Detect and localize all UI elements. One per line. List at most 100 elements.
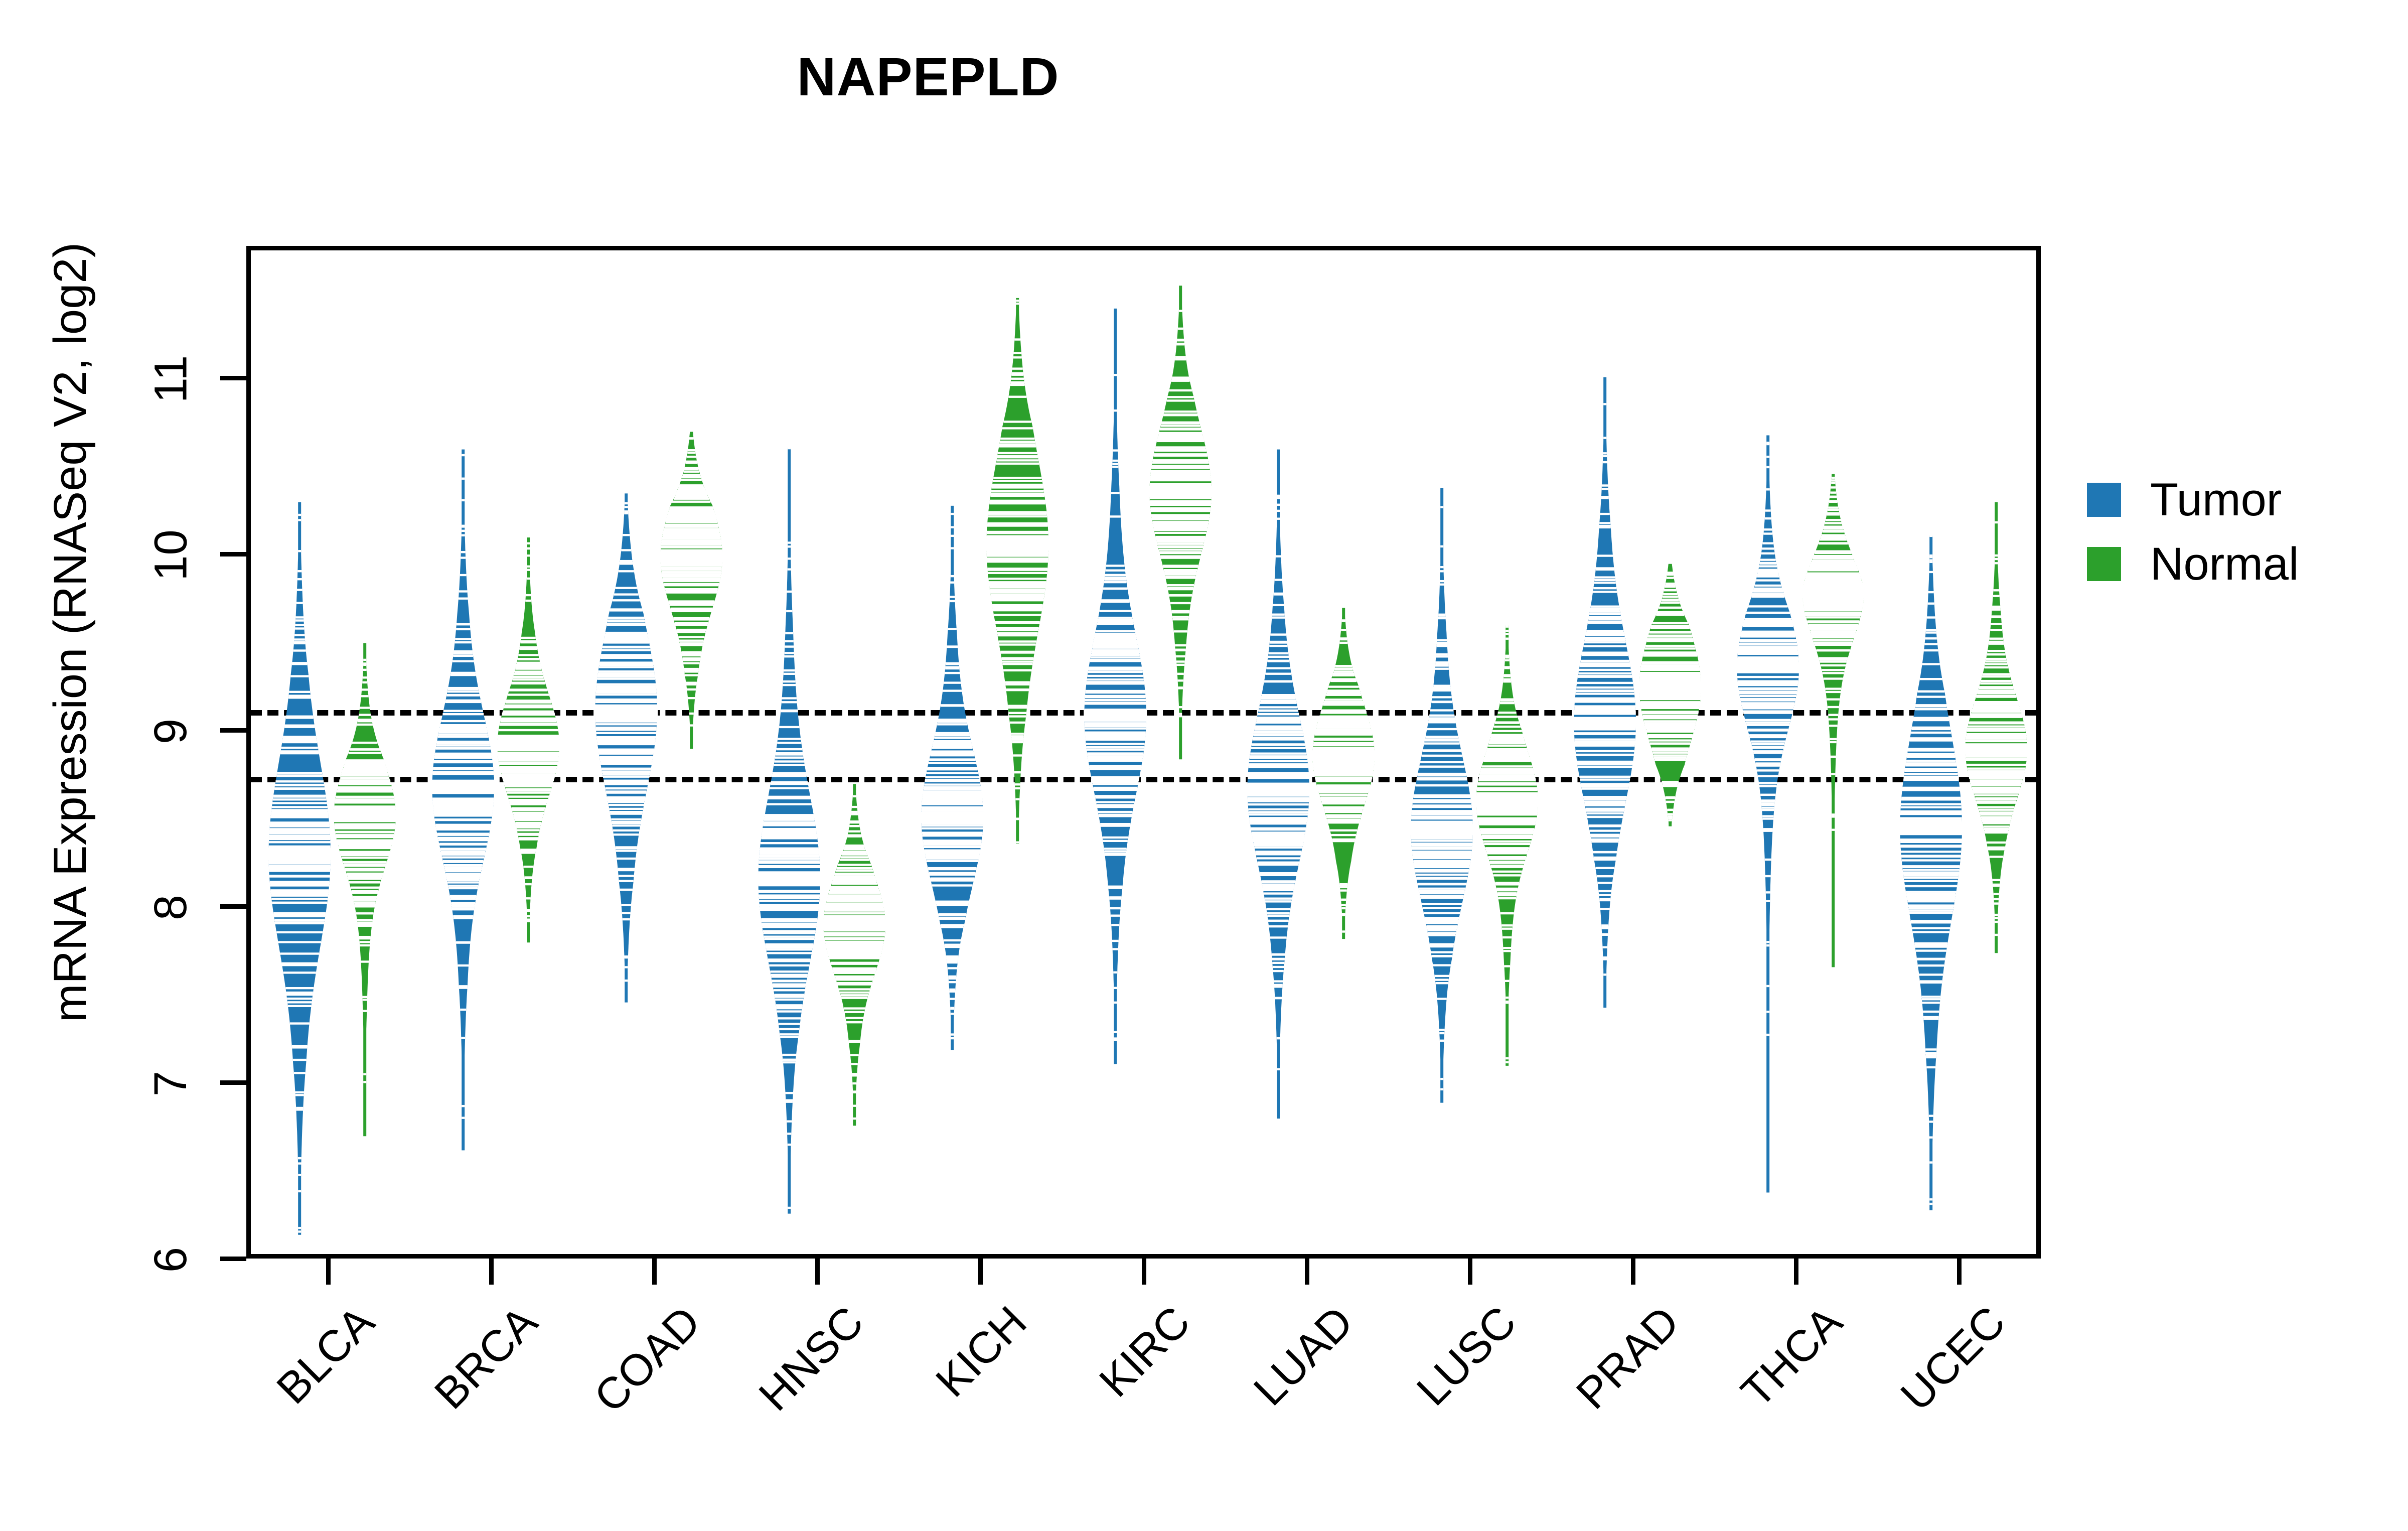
- observation-strip: [1419, 892, 1464, 895]
- observation-strip: [683, 662, 700, 664]
- observation-strip: [1112, 948, 1119, 950]
- observation-strip: [334, 805, 396, 808]
- observation-strip: [785, 640, 794, 643]
- observation-strip: [342, 770, 388, 772]
- observation-strip: [1437, 998, 1447, 1000]
- observation-strip: [675, 493, 707, 495]
- observation-strip: [682, 654, 701, 657]
- observation-strip: [1013, 754, 1022, 757]
- observation-strip: [1901, 851, 1962, 853]
- observation-strip: [1323, 704, 1365, 706]
- observation-strip: [1275, 997, 1282, 999]
- observation-strip: [687, 697, 695, 700]
- observation-strip: [447, 690, 479, 693]
- observation-strip: [1645, 644, 1695, 647]
- median-line: [1149, 486, 1213, 497]
- observation-strip: [1762, 817, 1773, 820]
- observation-strip: [335, 830, 395, 833]
- observation-strip: [948, 628, 957, 630]
- observation-strip: [278, 941, 322, 943]
- observation-strip: [785, 1091, 793, 1094]
- observation-strip: [288, 694, 311, 697]
- observation-strip: [1575, 699, 1635, 701]
- legend-item-tumor[interactable]: Tumor: [2087, 477, 2388, 523]
- observation-strip: [1969, 776, 2024, 779]
- observation-strip: [1900, 810, 1962, 813]
- legend-item-normal[interactable]: Normal: [2087, 541, 2388, 587]
- observation-strip: [1085, 699, 1146, 702]
- observation-strip: [461, 551, 466, 553]
- observation-strip: [1248, 776, 1309, 779]
- observation-strip: [601, 771, 650, 773]
- observation-strip: [997, 632, 1038, 635]
- observation-strip: [455, 641, 472, 644]
- observation-strip: [1318, 788, 1370, 791]
- observation-strip: [1907, 755, 1955, 757]
- observation-strip: [510, 803, 546, 805]
- observation-strip: [1742, 707, 1794, 710]
- observation-strip: [1586, 632, 1624, 634]
- observation-strip: [1741, 630, 1795, 633]
- observation-strip: [852, 1082, 856, 1085]
- observation-strip: [282, 739, 317, 742]
- observation-strip: [516, 826, 540, 829]
- observation-strip: [999, 445, 1036, 448]
- observation-strip: [1411, 815, 1472, 818]
- observation-strip: [1092, 649, 1139, 651]
- observation-strip: [1275, 579, 1283, 581]
- observation-strip: [1010, 383, 1025, 386]
- observation-strip: [1274, 984, 1283, 986]
- observation-strip: [1341, 898, 1346, 901]
- observation-strip: [1104, 848, 1127, 850]
- observation-strip: [1421, 903, 1462, 905]
- observation-strip: [1411, 835, 1473, 838]
- observation-strip: [621, 904, 631, 906]
- x-axis-tick: [1957, 1259, 1962, 1285]
- observation-strip: [778, 738, 801, 740]
- observation-strip: [504, 782, 553, 785]
- observation-strip: [993, 477, 1042, 479]
- observation-strip: [1091, 652, 1140, 654]
- observation-strip: [1314, 738, 1374, 741]
- observation-strip: [1177, 672, 1184, 675]
- observation-strip: [1593, 851, 1617, 854]
- observation-strip: [432, 797, 494, 800]
- observation-strip: [361, 960, 369, 963]
- observation-strip: [832, 879, 876, 881]
- observation-strip: [336, 835, 394, 838]
- observation-strip: [1006, 688, 1029, 691]
- observation-strip: [1176, 655, 1185, 658]
- observation-strip: [597, 743, 655, 746]
- observation-strip: [1831, 476, 1835, 479]
- observation-strip: [601, 649, 651, 651]
- observation-strip: [1905, 885, 1958, 888]
- observation-strip: [295, 619, 304, 622]
- observation-strip: [363, 668, 367, 671]
- observation-strip: [270, 823, 330, 825]
- observation-strip: [1101, 600, 1130, 603]
- observation-strip: [456, 628, 470, 631]
- observation-strip: [1169, 594, 1192, 597]
- observation-strip: [1427, 728, 1457, 731]
- observation-strip: [1739, 694, 1796, 698]
- plot-canvas: [251, 250, 2036, 1254]
- observation-strip: [837, 864, 871, 866]
- x-axis-tick: [1304, 1259, 1309, 1285]
- observation-strip: [460, 556, 466, 559]
- observation-strip: [1262, 694, 1296, 697]
- observation-strip: [607, 796, 645, 799]
- observation-strip: [269, 875, 330, 877]
- observation-strip: [1982, 675, 2011, 678]
- observation-strip: [786, 1100, 793, 1103]
- observation-strip: [1496, 716, 1518, 718]
- observation-strip: [1816, 649, 1850, 652]
- observation-strip: [461, 1104, 465, 1107]
- observation-strip: [1276, 555, 1281, 558]
- median-line: [1736, 662, 1800, 673]
- observation-strip: [1505, 629, 1509, 632]
- observation-strip: [1585, 634, 1624, 637]
- observation-strip: [1104, 850, 1127, 853]
- observation-strip: [1913, 718, 1949, 721]
- y-axis-tick-value: 10: [145, 529, 197, 581]
- observation-strip: [1008, 712, 1027, 715]
